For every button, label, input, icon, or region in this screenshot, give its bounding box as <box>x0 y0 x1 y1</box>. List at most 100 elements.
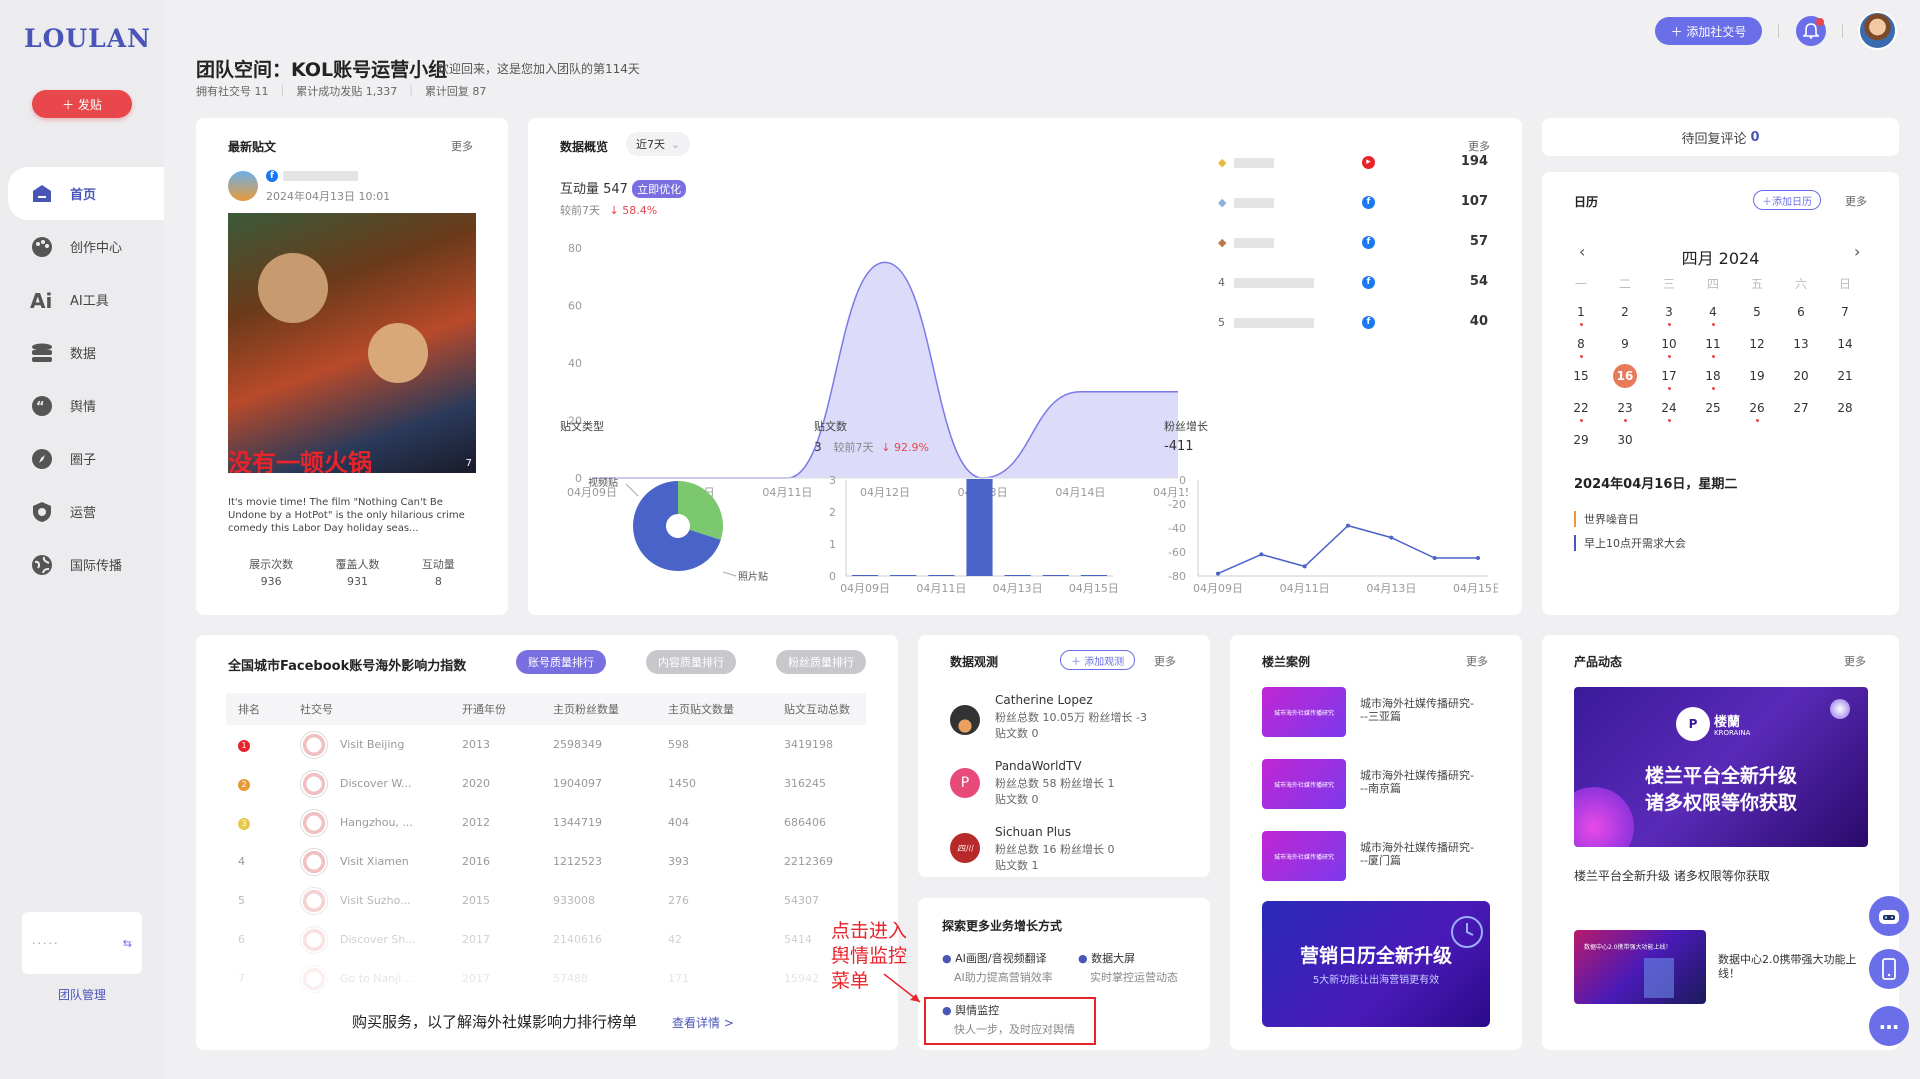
calendar-day[interactable]: 21 <box>1830 369 1860 383</box>
product-banner[interactable]: P 楼蘭 KRORAINA 楼兰平台全新升级 诸多权限等你获取 <box>1574 687 1868 847</box>
more-link[interactable]: 更多 <box>451 138 473 154</box>
pie-leader <box>625 483 639 497</box>
calendar-day[interactable]: 18 <box>1698 369 1728 383</box>
marketing-calendar-banner[interactable]: 营销日历全新升级 5大新功能让出海营销更有效 <box>1262 901 1490 1027</box>
calendar-day[interactable]: 5 <box>1742 305 1772 319</box>
add-social-account-button[interactable]: ＋ 添加社交号 <box>1655 17 1762 45</box>
calendar-day[interactable]: 4 <box>1698 305 1728 319</box>
ranking-row[interactable]: ◆ ▸ 194 <box>1218 154 1488 174</box>
case-thumbnail[interactable]: 城市海外社媒传播研究 <box>1262 759 1346 809</box>
calendar-day[interactable]: 29 <box>1566 433 1596 447</box>
calendar-day[interactable]: 23 <box>1610 401 1640 415</box>
product-caption[interactable]: 楼兰平台全新升级 诸多权限等你获取 <box>1574 867 1770 884</box>
case-item[interactable]: 城市海外社媒传播研究- --厦门篇 <box>1360 841 1474 867</box>
nav-item-data[interactable]: 数据 <box>8 326 164 379</box>
explore-item-dashboard[interactable]: ● 数据大屏 实时掌控运营动态 <box>1078 950 1178 985</box>
notification-button[interactable] <box>1796 16 1826 46</box>
account-name-redacted <box>283 171 358 181</box>
add-observe-button[interactable]: ＋ 添加观测 <box>1060 650 1136 670</box>
calendar-day[interactable]: 20 <box>1786 369 1816 383</box>
team-stats: 拥有社交号 11 | 累计成功发贴 1,337 | 累计回复 87 <box>196 83 487 98</box>
nav-item-creation[interactable]: 创作中心 <box>8 220 164 273</box>
nav-item-home[interactable]: 首页 <box>8 167 164 220</box>
calendar-day[interactable]: 12 <box>1742 337 1772 351</box>
calendar-day[interactable]: 3 <box>1654 305 1684 319</box>
table-row[interactable]: 6 Discover Sh... 2017 2140616 42 5414 <box>226 920 866 959</box>
nav-item-circle[interactable]: 圈子 <box>8 432 164 485</box>
calendar-day[interactable]: 7 <box>1830 305 1860 319</box>
city-logo-icon <box>300 964 328 993</box>
pending-reply-card[interactable]: 待回复评论 0 <box>1542 118 1899 156</box>
calendar-day[interactable]: 6 <box>1786 305 1816 319</box>
calendar-day[interactable]: 19 <box>1742 369 1772 383</box>
table-row[interactable]: 5 Visit Suzho... 2015 933008 276 54307 <box>226 881 866 920</box>
nav-item-international[interactable]: 国际传播 <box>8 538 164 591</box>
calendar-day[interactable]: 28 <box>1830 401 1860 415</box>
case-item[interactable]: 城市海外社媒传播研究- --南京篇 <box>1360 769 1474 795</box>
observe-item[interactable]: Sichuan Plus 粉丝总数 16 粉丝增长 0 贴文数 1 <box>995 825 1115 873</box>
tab-content-quality[interactable]: 内容质量排行 <box>646 650 736 674</box>
ai-assistant-button[interactable] <box>1869 896 1909 936</box>
calendar-day[interactable]: 17 <box>1654 369 1684 383</box>
post-button[interactable]: ＋ 发贴 <box>32 90 132 118</box>
calendar-day[interactable]: 13 <box>1786 337 1816 351</box>
calendar-day[interactable]: 14 <box>1830 337 1860 351</box>
calendar-day[interactable]: 24 <box>1654 401 1684 415</box>
mobile-button[interactable] <box>1869 949 1909 989</box>
table-row[interactable]: 7 Go to Nanji... 2017 57488 171 15942 <box>226 959 866 998</box>
calendar-day[interactable]: 25 <box>1698 401 1728 415</box>
calendar-day[interactable]: 10 <box>1654 337 1684 351</box>
view-details-link[interactable]: 查看详情 > <box>672 1014 734 1031</box>
more-link[interactable]: 更多 <box>1468 138 1490 154</box>
calendar-day[interactable]: 22 <box>1566 401 1596 415</box>
product-item-text[interactable]: 数据中心2.0携带强大功能上线！ <box>1718 953 1862 981</box>
product-thumbnail[interactable]: 数据中心2.0携带强大功能上线！ <box>1574 930 1706 1004</box>
calendar-event[interactable]: 世界噪音日 <box>1574 511 1639 527</box>
more-link[interactable]: 更多 <box>1844 653 1866 669</box>
observe-item[interactable]: Catherine Lopez 粉丝总数 10.05万 粉丝增长 -3 贴文数 … <box>995 693 1147 741</box>
add-calendar-button[interactable]: ＋添加日历 <box>1753 190 1821 210</box>
table-row[interactable]: 3 Hangzhou, ... 2012 1344719 404 686406 <box>226 803 866 842</box>
calendar-day[interactable]: 2 <box>1610 305 1640 319</box>
calendar-event[interactable]: 早上10点开需求大会 <box>1574 535 1686 551</box>
observe-item[interactable]: PandaWorldTV 粉丝总数 58 粉丝增长 1 贴文数 0 <box>995 759 1115 807</box>
tab-account-quality[interactable]: 账号质量排行 <box>516 650 606 674</box>
team-manage-link[interactable]: 团队管理 <box>0 986 164 1003</box>
more-link[interactable]: 更多 <box>1845 193 1867 209</box>
more-link[interactable]: 更多 <box>1154 653 1176 669</box>
ranking-row[interactable]: 5 f 40 <box>1218 314 1488 334</box>
tab-fans-quality[interactable]: 粉丝质量排行 <box>776 650 866 674</box>
ranking-row[interactable]: 4 f 54 <box>1218 274 1488 294</box>
switch-icon[interactable]: ⇆ <box>123 937 132 950</box>
calendar-day[interactable]: 26 <box>1742 401 1772 415</box>
calendar-day[interactable]: 8 <box>1566 337 1596 351</box>
range-select[interactable]: 近7天 ⌄ <box>626 132 691 156</box>
case-thumbnail[interactable]: 城市海外社媒传播研究 <box>1262 687 1346 737</box>
team-switcher[interactable]: ····· ⇆ <box>22 912 142 974</box>
case-item[interactable]: 城市海外社媒传播研究- --三亚篇 <box>1360 697 1474 723</box>
table-row[interactable]: 2 Discover W... 2020 1904097 1450 316245 <box>226 764 866 803</box>
explore-item-ai[interactable]: ● AI画图/音视频翻译 AI助力提高营销效率 <box>942 950 1053 985</box>
more-options-button[interactable]: … <box>1869 1006 1909 1046</box>
table-row[interactable]: 4 Visit Xiamen 2016 1212523 393 2212369 <box>226 842 866 881</box>
case-thumbnail[interactable]: 城市海外社媒传播研究 <box>1262 831 1346 881</box>
next-month-icon[interactable]: › <box>1854 242 1860 261</box>
calendar-day[interactable]: 1 <box>1566 305 1596 319</box>
ranking-row[interactable]: ◆ f 57 <box>1218 234 1488 254</box>
calendar-day[interactable]: 30 <box>1610 433 1640 447</box>
table-row[interactable]: 1 Visit Beijing 2013 2598349 598 3419198 <box>226 725 866 764</box>
calendar-day[interactable]: 16 <box>1613 364 1637 388</box>
calendar-day[interactable]: 27 <box>1786 401 1816 415</box>
calendar-day[interactable]: 11 <box>1698 337 1728 351</box>
user-avatar[interactable] <box>1858 11 1897 50</box>
post-image[interactable]: 没有一顿火锅 7 <box>228 213 476 473</box>
nav-item-ai[interactable]: Ai AI工具 <box>8 273 164 326</box>
nav-item-sentiment[interactable]: “ 舆情 <box>8 379 164 432</box>
calendar-day[interactable]: 15 <box>1566 369 1596 383</box>
logo[interactable]: LOULAN <box>24 24 151 53</box>
calendar-day[interactable]: 9 <box>1610 337 1640 351</box>
optimize-button[interactable]: 立即优化 <box>632 180 687 198</box>
ranking-row[interactable]: ◆ f 107 <box>1218 194 1488 214</box>
nav-item-operation[interactable]: 运营 <box>8 485 164 538</box>
more-link[interactable]: 更多 <box>1466 653 1488 669</box>
